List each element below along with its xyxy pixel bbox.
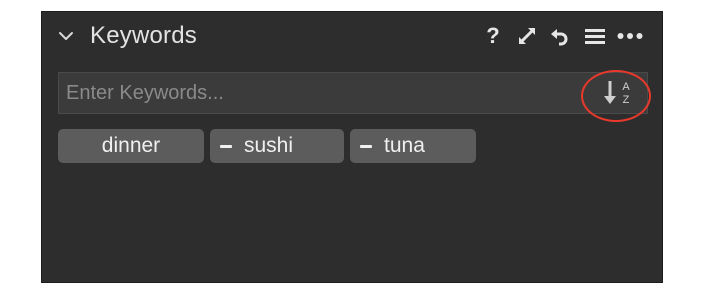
- help-icon[interactable]: ?: [485, 23, 501, 48]
- reset-icon[interactable]: [548, 24, 570, 48]
- sort-az-icon[interactable]: A Z: [598, 76, 638, 110]
- keyword-input[interactable]: [58, 72, 648, 114]
- minus-icon[interactable]: [220, 144, 232, 148]
- more-icon[interactable]: [616, 24, 644, 48]
- keyword-tag[interactable]: tuna: [350, 129, 476, 163]
- keywords-panel: Keywords ? Enter Keywords... A Z dinner …: [42, 12, 662, 282]
- keyword-tag[interactable]: dinner: [58, 129, 204, 163]
- panel-header: Keywords ?: [42, 12, 662, 64]
- keyword-search-row: A Z: [58, 72, 648, 114]
- sort-letter-z: Z: [623, 94, 630, 106]
- keyword-tag-label: dinner: [101, 134, 161, 157]
- keyword-tag-label: tuna: [384, 134, 425, 157]
- keyword-tag-label: sushi: [244, 134, 294, 157]
- panel-title: Keywords: [90, 22, 197, 49]
- chevron-down-icon[interactable]: [58, 28, 74, 44]
- expand-icon[interactable]: [516, 24, 538, 48]
- sort-letter-a: A: [622, 81, 630, 93]
- keyword-tag[interactable]: sushi: [210, 129, 344, 163]
- minus-icon[interactable]: [360, 144, 372, 148]
- menu-icon[interactable]: [584, 24, 606, 48]
